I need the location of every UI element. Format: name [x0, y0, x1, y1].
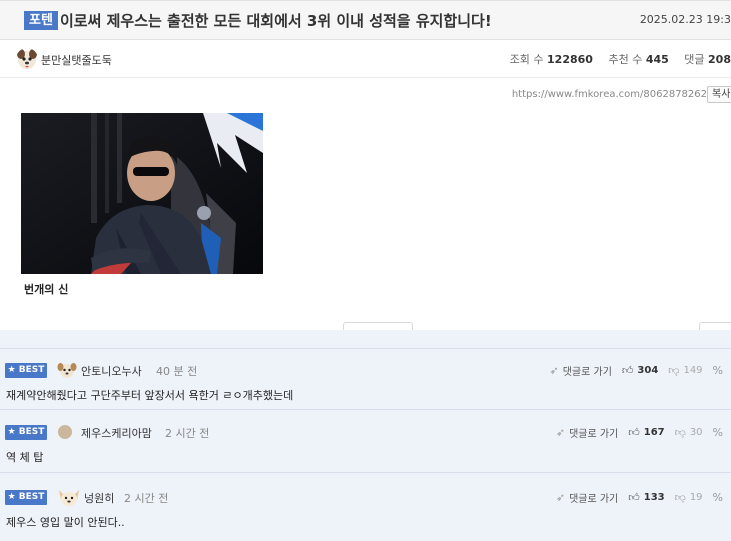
comment-author[interactable]: 안토니오누사 — [81, 363, 142, 379]
post-date: 2025.02.23 19:3 — [639, 13, 731, 26]
thumbs-down-icon[interactable]: 👎︎ — [675, 427, 686, 438]
thumbs-up-icon[interactable]: 👍︎ — [628, 492, 640, 503]
thumbs-down-icon[interactable]: 👎︎ — [668, 365, 679, 376]
go-to-comment-link[interactable]: 댓글로 가기 — [563, 363, 612, 378]
comment-text: 역 체 탑 — [6, 451, 44, 464]
best-badge: ★ BEST — [5, 425, 47, 440]
post-title: 이로써 제우스는 출전한 모든 대회에서 3위 이내 성적을 유지합니다! — [60, 12, 492, 30]
go-to-comment-link[interactable]: 댓글로 가기 — [569, 425, 618, 440]
thumbs-up-icon[interactable]: 👍︎ — [628, 427, 640, 438]
comment-actions: ➶ 댓글로 가기 👍︎ 304 👎︎ 149 % — [550, 363, 724, 378]
author-row: 분만실탯줄도둑 조회 수 122860 추천 수 445 댓글 208 — [0, 40, 731, 78]
post-header: 포텐 이로써 제우스는 출전한 모든 대회에서 3위 이내 성적을 유지합니다!… — [0, 0, 731, 40]
comment-author[interactable]: 넝원히 — [84, 490, 114, 506]
comments-count: 208 — [708, 53, 731, 66]
upvote-count: 133 — [643, 492, 665, 503]
go-to-comment-link[interactable]: 댓글로 가기 — [569, 490, 618, 505]
comment-item: ★ BEST 제우스케리아맘 2 시간 전 역 체 탑 ➶ 댓글로 가기 👍︎ … — [0, 411, 731, 473]
downvote-count: 149 — [683, 365, 703, 376]
post-image — [21, 113, 263, 274]
best-badge: ★ BEST — [5, 363, 47, 378]
likes-label: 추천 수 — [608, 53, 643, 66]
send-arrow-icon: ➶ — [549, 364, 559, 377]
comment-time: 40 분 전 — [156, 365, 198, 378]
dog-face-icon[interactable] — [57, 488, 81, 506]
comment-actions: ➶ 댓글로 가기 👍︎ 167 👎︎ 30 % — [556, 425, 723, 440]
author-name[interactable]: 분만실탯줄도둑 — [41, 52, 112, 68]
views-label: 조회 수 — [509, 53, 544, 66]
send-arrow-icon: ➶ — [555, 491, 566, 504]
thumbs-up-icon[interactable]: 👍︎ — [622, 365, 634, 376]
comment-actions: ➶ 댓글로 가기 👍︎ 133 👎︎ 19 % — [556, 490, 723, 505]
best-badge: ★ BEST — [5, 490, 47, 505]
best-comments: ★ BEST 안토니오누사 40 분 전 재계약안해줬다고 구단주부터 앞장서서… — [0, 330, 731, 541]
comment-author[interactable]: 제우스케리아맘 — [81, 425, 152, 441]
comment-item: ★ BEST 안토니오누사 40 분 전 재계약안해줬다고 구단주부터 앞장서서… — [0, 348, 731, 410]
post-stats: 조회 수 122860 추천 수 445 댓글 208 — [510, 51, 731, 67]
link-icon[interactable]: % — [713, 427, 723, 438]
views-count: 122860 — [547, 53, 593, 66]
downvote-count: 30 — [689, 427, 703, 438]
comment-item: ★ BEST 넝원히 2 시간 전 제우스 영입 말이 안된다.. ➶ 댓글로 … — [0, 476, 731, 538]
send-arrow-icon: ➶ — [555, 426, 566, 439]
thumbs-down-icon[interactable]: 👎︎ — [675, 492, 686, 503]
link-icon[interactable]: % — [713, 492, 723, 503]
comment-time: 2 시간 전 — [124, 492, 169, 505]
comment-text: 제우스 영입 말이 안된다.. — [6, 516, 125, 529]
post-url[interactable]: https://www.fmkorea.com/8062878262 — [512, 89, 707, 100]
comments-label: 댓글 — [684, 53, 705, 66]
author-avatar[interactable] — [16, 48, 38, 70]
copy-url-button[interactable]: 복사 — [707, 86, 731, 103]
upvote-count: 304 — [637, 365, 659, 376]
link-icon[interactable]: % — [713, 365, 723, 376]
category-badge[interactable]: 포텐 — [24, 11, 58, 30]
likes-count: 445 — [645, 53, 669, 66]
upvote-count: 167 — [643, 427, 665, 438]
downvote-count: 19 — [689, 492, 703, 503]
dog-face-icon[interactable] — [57, 361, 77, 379]
image-caption: 번개의 신 — [24, 283, 69, 296]
default-circle-avatar[interactable] — [57, 423, 77, 441]
comment-time: 2 시간 전 — [165, 427, 210, 440]
comment-text: 재계약안해줬다고 구단주부터 앞장서서 욕한거 ㄹㅇ개추했는데 — [6, 389, 294, 402]
